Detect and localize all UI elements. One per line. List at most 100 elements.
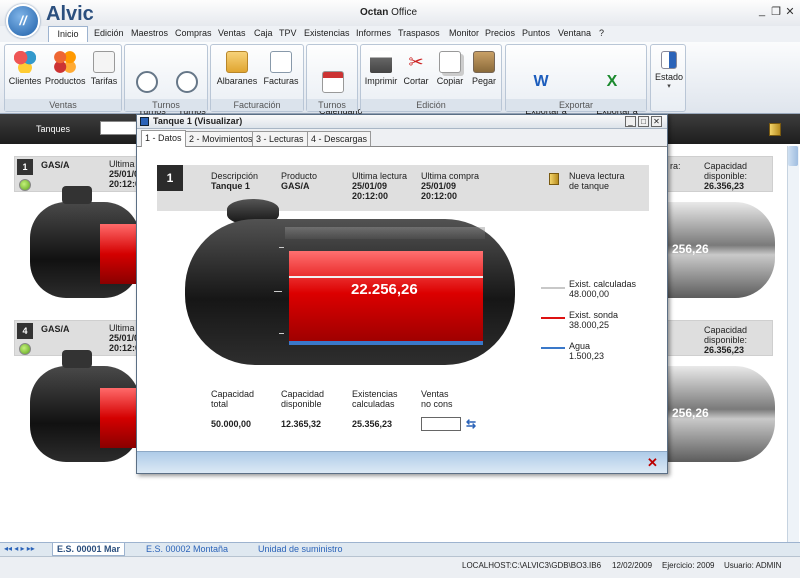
menu-edicion[interactable]: Edición xyxy=(94,28,124,38)
tab-nav-arrows-icon[interactable]: ◂◂ ◂ ▸ ▸▸ xyxy=(4,544,35,553)
tab-descargas[interactable]: 4 - Descargas xyxy=(307,131,372,146)
brand-name: Alvic xyxy=(46,3,94,25)
tarifas-icon xyxy=(93,51,115,73)
menu-puntos[interactable]: Puntos xyxy=(522,28,550,38)
exportar-caption: Exportar xyxy=(506,99,646,111)
menu-caja[interactable]: Caja xyxy=(254,28,273,38)
cancel-icon[interactable]: ✕ xyxy=(647,455,658,471)
legend-calculadas-value: 48.000,00 xyxy=(569,289,610,299)
descripcion-label: Descripción xyxy=(211,171,259,181)
status-led-icon xyxy=(19,343,31,355)
albaranes-button[interactable]: Albaranes xyxy=(215,51,259,86)
ultima-lectura-label: Ultima lectura xyxy=(352,171,408,181)
doc-tab-unidad[interactable]: Unidad de suministro xyxy=(258,544,343,554)
ribbon-group-exportar: W Exportar a Microsoft Word X Exportar a… xyxy=(505,44,647,126)
doc-tab-es00001[interactable]: E.S. 00001 Mar xyxy=(52,543,126,556)
dialog-tabs: 1 - Datos 2 - Movimientos 3 - Lecturas 4… xyxy=(137,129,667,147)
menu-existencias[interactable]: Existencias xyxy=(304,28,350,38)
tanque-dialog: Tanque 1 (Visualizar) _ □ ✕ 1 - Datos 2 … xyxy=(136,114,668,474)
doc-tab-es00002[interactable]: E.S. 00002 Montaña xyxy=(146,544,228,554)
restore-button[interactable]: ❐ xyxy=(770,5,782,18)
menu-maestros[interactable]: Maestros xyxy=(131,28,168,38)
ribbon-group-ventas: Clientes Productos Tarifas Ventas xyxy=(4,44,122,112)
imprimir-label: Imprimir xyxy=(364,76,398,86)
ventas-no-cons-label: Ventas no cons xyxy=(421,389,453,409)
clientes-button[interactable]: Clientes xyxy=(7,51,43,86)
tank-card-ultima-label: Ultima l xyxy=(109,159,140,169)
existencias-calculadas-label: Existencias calculadas xyxy=(352,389,398,409)
minimize-button[interactable]: _ xyxy=(756,5,768,17)
menu-help[interactable]: ? xyxy=(599,28,604,38)
menu-monitor[interactable]: Monitor xyxy=(449,28,479,38)
dialog-maximize-button[interactable]: □ xyxy=(638,116,649,127)
legend-sonda-value: 38.000,25 xyxy=(569,320,610,330)
facturas-button[interactable]: Facturas xyxy=(261,51,301,86)
capacidad-total-value: 50.000,00 xyxy=(211,419,252,429)
productos-button[interactable]: Productos xyxy=(45,51,86,86)
status-bar: LOCALHOST:C:\ALVIC3\GDB\BO3.IB6 12/02/20… xyxy=(0,556,800,578)
menu-ventas[interactable]: Ventas xyxy=(218,28,246,38)
dialog-footer: ✕ xyxy=(137,451,667,473)
refresh-icon[interactable]: ⇆ xyxy=(466,417,476,431)
paste-icon xyxy=(473,51,495,73)
pegar-button[interactable]: Pegar xyxy=(467,51,501,86)
clock-icon xyxy=(136,71,158,93)
tab-lecturas[interactable]: 3 - Lecturas xyxy=(252,131,308,146)
tab-inicio[interactable]: Inicio xyxy=(48,26,88,43)
legend-swatch-sonda xyxy=(541,317,565,319)
status-connection: LOCALHOST:C:\ALVIC3\GDB\BO3.IB6 xyxy=(462,561,602,570)
legend-sonda-label: Exist. sonda xyxy=(569,310,619,320)
ribbon-group-turnos: Turnos TPV Turnos Office Turnos xyxy=(124,44,208,126)
tank-card-1-right: ra: Capacidad disponible: 26.356,23 xyxy=(665,156,773,192)
dialog-title: Tanque 1 (Visualizar) xyxy=(153,116,243,126)
dialog-minimize-button[interactable]: _ xyxy=(625,116,636,127)
tank-card-capacity-value: 26.356,23 xyxy=(704,181,745,191)
facturas-label: Facturas xyxy=(263,76,299,86)
estado-button[interactable]: Estado ▾ xyxy=(653,51,685,92)
imprimir-button[interactable]: Imprimir xyxy=(363,51,399,86)
excel-icon: X xyxy=(606,73,618,90)
legend-agua-value: 1.500,23 xyxy=(569,351,605,361)
ribbon-group-turnos2: Calendario de turnos Turnos xyxy=(306,44,363,126)
nueva-lectura-icon[interactable] xyxy=(549,173,559,185)
tank-4-right-level: 256,26 xyxy=(672,406,709,420)
dialog-close-button[interactable]: ✕ xyxy=(651,116,662,127)
scrollbar-thumb[interactable] xyxy=(788,146,798,166)
tanques-search-input[interactable] xyxy=(100,121,140,135)
dialog-title-bar: Tanque 1 (Visualizar) _ □ ✕ xyxy=(137,115,667,129)
clientes-icon xyxy=(14,51,36,73)
ultima-lectura-date: 25/01/09 xyxy=(352,181,388,191)
document-tabs-bar: ◂◂ ◂ ▸ ▸▸ E.S. 00001 Mar E.S. 00002 Mont… xyxy=(0,542,800,556)
tank-card-capacity-label: Capacidad disponible: xyxy=(704,325,748,345)
tarifas-button[interactable]: Tarifas xyxy=(87,51,121,86)
menu-informes[interactable]: Informes xyxy=(356,28,391,38)
ribbon-group-facturacion: Albaranes Facturas Facturación xyxy=(210,44,304,112)
tank-4-cap xyxy=(62,350,92,368)
vertical-scrollbar[interactable] xyxy=(787,146,799,542)
ventas-no-cons-input[interactable] xyxy=(421,417,461,431)
cortar-button[interactable]: ✂ Cortar xyxy=(399,51,433,86)
note-icon[interactable] xyxy=(769,123,781,136)
tab-datos[interactable]: 1 - Datos xyxy=(141,130,186,147)
copiar-button[interactable]: Copiar xyxy=(433,51,467,86)
tank-card-capacity-value: 26.356,23 xyxy=(704,345,745,355)
turnos-caption: Turnos xyxy=(125,99,207,111)
tank-card-number: 1 xyxy=(17,159,33,175)
tank-highlight xyxy=(285,227,485,239)
clientes-label: Clientes xyxy=(8,76,42,86)
legend-swatch-agua xyxy=(541,347,565,349)
copy-icon xyxy=(439,51,461,73)
tab-movimientos[interactable]: 2 - Movimientos xyxy=(185,131,257,146)
tanques-label: Tanques xyxy=(36,124,71,134)
app-logo-icon[interactable]: // xyxy=(6,4,40,38)
capacidad-disponible-value: 12.365,32 xyxy=(281,419,322,429)
legend-calculadas-label: Exist. calculadas xyxy=(569,279,637,289)
nueva-lectura-link[interactable]: Nueva lectura de tanque xyxy=(569,171,625,191)
menu-ventana[interactable]: Ventana xyxy=(558,28,591,38)
menu-precios[interactable]: Precios xyxy=(485,28,515,38)
close-button[interactable]: ✕ xyxy=(784,5,796,18)
menu-compras[interactable]: Compras xyxy=(175,28,212,38)
menu-tpv[interactable]: TPV xyxy=(279,28,297,38)
menu-traspasos[interactable]: Traspasos xyxy=(398,28,440,38)
ultima-compra-date: 25/01/09 xyxy=(421,181,457,191)
